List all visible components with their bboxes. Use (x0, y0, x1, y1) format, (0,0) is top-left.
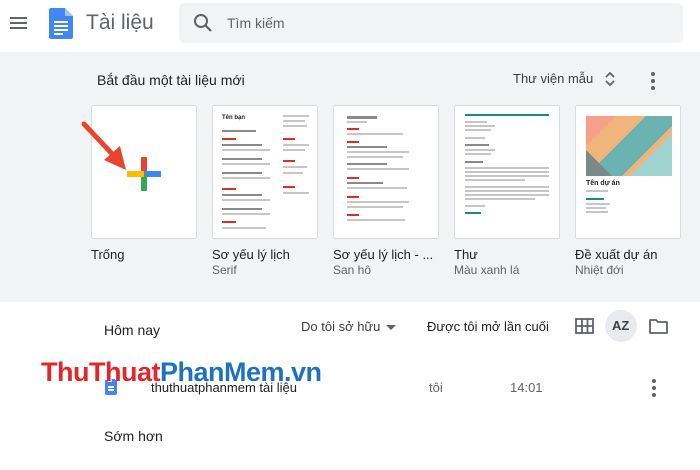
owner-filter-dropdown[interactable]: Do tôi sở hữu (301, 319, 380, 334)
app-title[interactable]: Tài liệu (86, 11, 154, 35)
last-opened-header[interactable]: Được tôi mở lần cuối (427, 319, 549, 334)
watermark-logo: ThuThuatPhanMem.vn (41, 357, 322, 388)
template-subtitle: Màu xanh lá (454, 263, 520, 277)
template-thumbnail[interactable]: Tên bạn (212, 105, 318, 239)
thumb-title: Tên dự án (586, 180, 620, 187)
sort-az-icon: AZ (612, 318, 630, 333)
expand-collapse-icon[interactable] (603, 70, 617, 88)
search-icon[interactable] (193, 13, 213, 33)
grid-view-icon[interactable] (575, 318, 594, 334)
template-name: Sơ yếu lý lịch (212, 247, 290, 262)
template-gallery: Bắt đầu một tài liệu mới Thư viện mẫu Tr… (0, 52, 700, 302)
annotation-arrow-icon (81, 121, 126, 170)
sort-az-button[interactable]: AZ (605, 310, 637, 342)
thumb-title: Tên bạn (222, 115, 246, 121)
main-menu-icon[interactable] (8, 12, 30, 34)
tropical-graphic-icon (586, 116, 672, 176)
section-earlier: Sớm hơn (104, 428, 163, 444)
template-thumbnail[interactable]: Tên dự án (575, 105, 681, 239)
template-name: Thư (454, 247, 478, 262)
template-subtitle: Nhiệt đới (575, 263, 624, 277)
template-name: Đề xuất dự án (575, 247, 658, 262)
template-resume-serif[interactable]: Tên bạn Sơ yếu lý lịch Serif (212, 105, 318, 277)
gallery-more-icon[interactable] (651, 72, 655, 90)
watermark-part1: ThuThuat (41, 357, 160, 387)
document-last-opened: 14:01 (510, 380, 543, 395)
section-today: Hôm nay (104, 322, 161, 338)
search-input[interactable] (227, 12, 647, 34)
top-bar: Tài liệu (0, 0, 700, 50)
template-project-proposal[interactable]: Tên dự án Đề xuất dự án Nhiệt đới (575, 105, 681, 277)
template-resume-coral[interactable]: Sơ yếu lý lịch - ... San hô (333, 105, 439, 277)
watermark-part3: .vn (284, 357, 322, 387)
template-thumbnail[interactable] (333, 105, 439, 239)
template-library-button[interactable]: Thư viện mẫu (513, 71, 593, 86)
chevron-down-icon[interactable] (386, 325, 396, 330)
document-more-icon[interactable] (652, 379, 656, 397)
template-subtitle: Serif (212, 263, 237, 277)
template-thumbnail[interactable] (454, 105, 560, 239)
template-name: Sơ yếu lý lịch - ... (333, 247, 434, 262)
docs-logo-icon[interactable] (49, 8, 73, 39)
template-name: Trống (91, 247, 125, 262)
gallery-title: Bắt đầu một tài liệu mới (97, 72, 245, 88)
document-owner: tôi (429, 380, 443, 395)
template-letter[interactable]: Thư Màu xanh lá (454, 105, 560, 277)
plus-icon (127, 157, 161, 191)
search-bar[interactable] (179, 3, 683, 43)
watermark-part2: PhanMem (159, 357, 285, 387)
folder-icon[interactable] (649, 318, 668, 334)
template-subtitle: San hô (333, 263, 372, 277)
